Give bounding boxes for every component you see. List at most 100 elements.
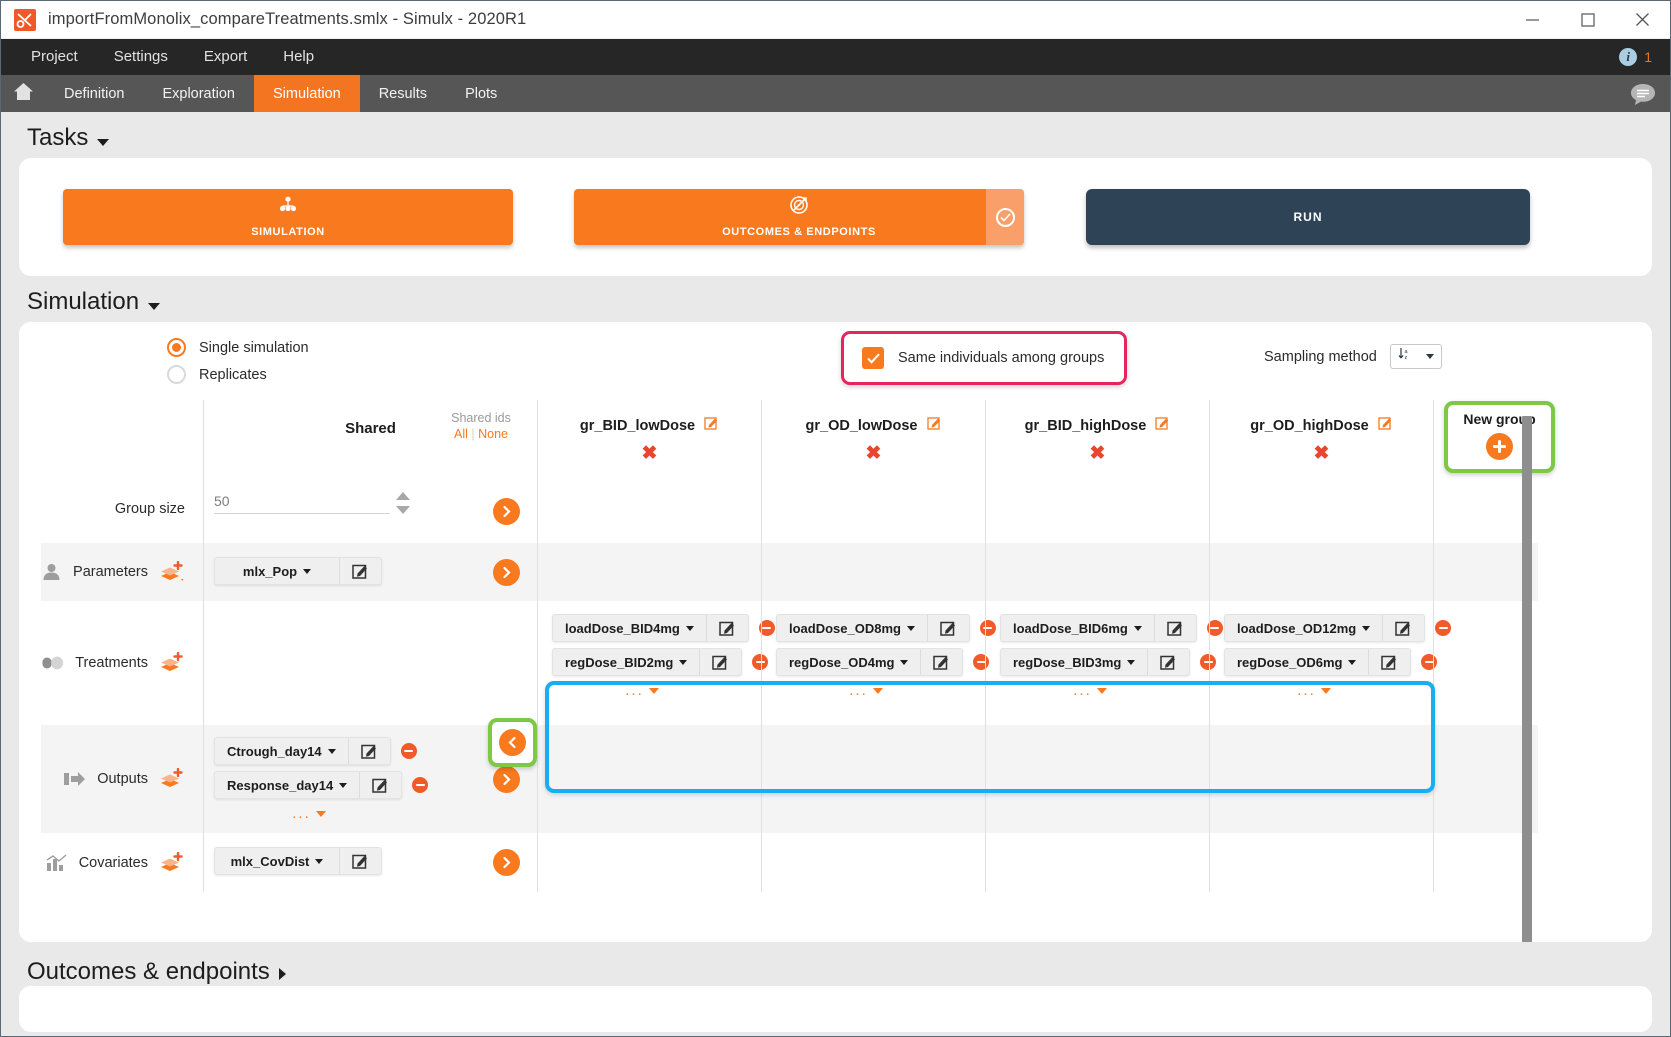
person-icon — [40, 561, 62, 583]
menu-item-settings[interactable]: Settings — [96, 39, 186, 75]
edit-icon[interactable] — [1378, 416, 1393, 435]
add-stack-icon[interactable] — [159, 768, 185, 790]
treatment-pill[interactable]: loadDose_BID4mg — [552, 614, 749, 642]
radio-single-simulation[interactable]: Single simulation — [167, 338, 309, 357]
shared-ids-none-link[interactable]: None — [478, 427, 508, 441]
edit-icon[interactable] — [927, 416, 942, 435]
edit-icon[interactable] — [699, 649, 741, 675]
new-group-button[interactable]: New group — [1444, 401, 1555, 473]
edit-icon[interactable] — [359, 772, 401, 798]
table-vertical-scrollbar[interactable] — [1522, 416, 1532, 942]
simulation-section-header[interactable]: Simulation — [1, 276, 1670, 322]
treatments-more-dropdown[interactable]: ... — [552, 682, 732, 699]
edit-icon[interactable] — [706, 615, 748, 641]
edit-icon[interactable] — [1154, 615, 1196, 641]
treatment-pill[interactable]: loadDose_OD8mg — [776, 614, 970, 642]
menu-item-help[interactable]: Help — [265, 39, 332, 75]
remove-group-2-button[interactable]: ✖ — [986, 442, 1209, 465]
edit-icon[interactable] — [339, 558, 381, 584]
edit-icon[interactable] — [927, 615, 969, 641]
treatment-pill[interactable]: loadDose_BID6mg — [1000, 614, 1197, 642]
parameters-item-pill[interactable]: mlx_Pop — [214, 557, 382, 585]
info-notification[interactable]: i 1 — [1619, 48, 1652, 66]
expand-parameters-button[interactable] — [493, 559, 520, 586]
simulation-mode-radios: Single simulation Replicates — [167, 338, 309, 392]
same-individuals-checkbox[interactable] — [862, 347, 884, 369]
covariates-item-name: mlx_CovDist — [231, 854, 310, 869]
tab-exploration[interactable]: Exploration — [143, 75, 254, 112]
tab-simulation[interactable]: Simulation — [254, 75, 360, 112]
tasks-section-header[interactable]: Tasks — [1, 112, 1670, 158]
treatments-collapse-highlight[interactable] — [488, 718, 537, 767]
edit-icon[interactable] — [704, 416, 719, 435]
pills-icon — [42, 652, 64, 674]
collapse-treatments-button[interactable] — [499, 729, 526, 756]
radio-replicates[interactable]: Replicates — [167, 365, 309, 384]
minus-circle-icon[interactable] — [412, 777, 428, 793]
chat-icon[interactable] — [1630, 75, 1656, 112]
edit-icon[interactable] — [920, 649, 962, 675]
maximize-button[interactable] — [1560, 1, 1615, 39]
run-button[interactable]: RUN — [1086, 189, 1530, 245]
remove-group-0-button[interactable]: ✖ — [538, 442, 761, 465]
close-button[interactable] — [1615, 1, 1670, 39]
outputs-more-dropdown[interactable]: ... — [214, 805, 404, 822]
tab-results[interactable]: Results — [360, 75, 446, 112]
add-stack-icon[interactable] — [159, 852, 185, 874]
treatments-more-label: ... — [1297, 682, 1316, 699]
menu-item-project[interactable]: Project — [13, 39, 96, 75]
treatment-pill[interactable]: regDose_BID3mg — [1000, 648, 1190, 676]
shared-ids-all-link[interactable]: All — [454, 427, 468, 441]
treatment-pill[interactable]: regDose_OD4mg — [776, 648, 963, 676]
add-stack-icon[interactable] — [159, 561, 185, 583]
radio-button-off-icon — [167, 365, 186, 384]
edit-icon[interactable] — [1382, 615, 1424, 641]
treatment-pill[interactable]: regDose_OD6mg — [1224, 648, 1411, 676]
covariates-item-pill[interactable]: mlx_CovDist — [214, 847, 382, 875]
minus-circle-icon[interactable] — [401, 743, 417, 759]
expand-covariates-button[interactable] — [493, 849, 520, 876]
output-pill[interactable]: Ctrough_day14 — [214, 737, 391, 765]
info-count: 1 — [1644, 49, 1652, 65]
task-outcomes-button[interactable]: OUTCOMES & ENDPOINTS — [574, 189, 1024, 245]
treatments-more-dropdown[interactable]: ... — [776, 682, 956, 699]
group-size-stepper[interactable] — [396, 492, 410, 514]
treatments-more-label: ... — [849, 682, 868, 699]
table-row-parameters: Parameters — [41, 543, 1538, 601]
tab-plots[interactable]: Plots — [446, 75, 516, 112]
parameters-item-name: mlx_Pop — [243, 564, 297, 579]
treatment-pill[interactable]: loadDose_OD12mg — [1224, 614, 1425, 642]
task-outcomes-label: OUTCOMES & ENDPOINTS — [722, 226, 876, 238]
menu-item-export[interactable]: Export — [186, 39, 265, 75]
sampling-method-dropdown[interactable]: a z — [1390, 344, 1442, 369]
edit-icon[interactable] — [1368, 649, 1410, 675]
expand-outputs-button[interactable] — [493, 766, 520, 793]
tab-definition[interactable]: Definition — [45, 75, 143, 112]
output-pill[interactable]: Response_day14 — [214, 771, 402, 799]
remove-group-3-button[interactable]: ✖ — [1210, 442, 1433, 465]
chevron-down-icon — [679, 660, 687, 665]
edit-icon[interactable] — [1155, 416, 1170, 435]
treatment-pill[interactable]: regDose_BID2mg — [552, 648, 742, 676]
expand-group-size-button[interactable] — [493, 498, 520, 525]
treatments-more-dropdown[interactable]: ... — [1224, 682, 1404, 699]
chevron-down-icon — [1127, 660, 1135, 665]
group-size-input[interactable]: 50 — [214, 493, 390, 514]
task-outcomes-status[interactable] — [986, 189, 1024, 245]
edit-icon[interactable] — [339, 848, 381, 874]
remove-group-1-button[interactable]: ✖ — [762, 442, 985, 465]
edit-icon[interactable] — [1147, 649, 1189, 675]
table-row-covariates: Covariates — [41, 833, 1538, 892]
chevron-down-icon — [1134, 626, 1142, 631]
minimize-button[interactable] — [1505, 1, 1560, 39]
add-stack-icon[interactable] — [159, 652, 185, 674]
task-simulation-button[interactable]: SIMULATION — [63, 189, 513, 245]
treatments-more-dropdown[interactable]: ... — [1000, 682, 1180, 699]
edit-icon[interactable] — [348, 738, 390, 764]
treatment-name: loadDose_BID4mg — [565, 621, 680, 636]
simulation-panel: Single simulation Replicates Same indivi… — [19, 322, 1652, 942]
treatments-more-label: ... — [625, 682, 644, 699]
tab-bar: Definition Exploration Simulation Result… — [1, 75, 1670, 112]
home-tab[interactable] — [1, 75, 45, 112]
outcomes-section-header[interactable]: Outcomes & endpoints — [1, 942, 1670, 992]
